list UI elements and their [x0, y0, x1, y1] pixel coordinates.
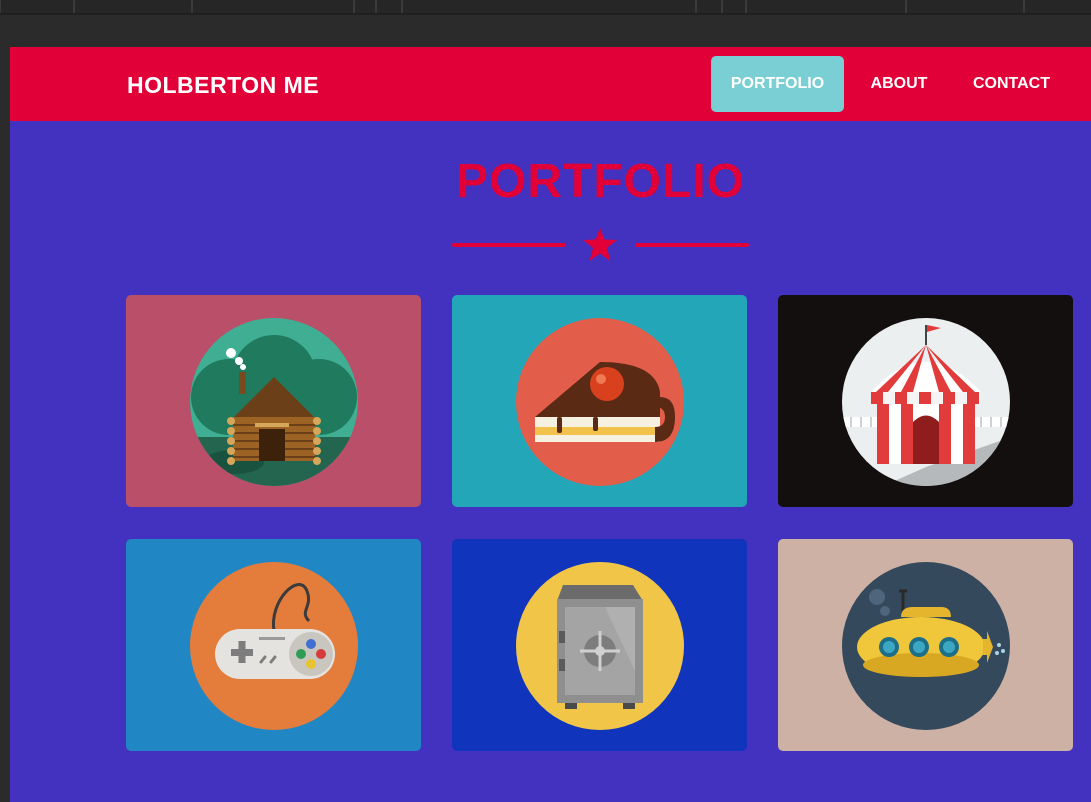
portfolio-item-controller[interactable]: [126, 539, 421, 751]
browser-tab[interactable]: [696, 0, 722, 13]
browser-tab[interactable]: [192, 0, 354, 13]
nav-item-about[interactable]: ABOUT: [854, 56, 944, 112]
portfolio-item-cake[interactable]: [452, 295, 747, 507]
brand-logo[interactable]: HOLBERTON ME: [127, 72, 319, 99]
nav-item-contact[interactable]: CONTACT: [954, 56, 1069, 112]
nav-item-portfolio[interactable]: PORTFOLIO: [711, 56, 844, 112]
cake-slice-icon: [516, 318, 684, 486]
star-icon: [583, 228, 617, 261]
portfolio-item-submarine[interactable]: [778, 539, 1073, 751]
browser-tab-strip: [0, 0, 1091, 15]
browser-tab[interactable]: [402, 0, 696, 13]
navbar: HOLBERTON ME PORTFOLIO ABOUT CONTACT: [10, 47, 1091, 121]
browser-toolbar: [0, 15, 1091, 47]
browser-tab[interactable]: [906, 0, 1024, 13]
game-controller-icon: [190, 562, 358, 730]
circus-tent-icon: [842, 318, 1010, 486]
browser-tab[interactable]: [1024, 0, 1091, 13]
browser-tab[interactable]: [746, 0, 906, 13]
browser-tab[interactable]: [376, 0, 402, 13]
page: HOLBERTON ME PORTFOLIO ABOUT CONTACT POR…: [10, 47, 1091, 802]
portfolio-item-tent[interactable]: [778, 295, 1073, 507]
divider-line-left: [452, 243, 566, 247]
divider-line-right: [635, 243, 749, 247]
browser-tab[interactable]: [0, 0, 74, 13]
browser-tab[interactable]: [354, 0, 376, 13]
window-gutter: [0, 47, 10, 802]
browser-tab[interactable]: [722, 0, 746, 13]
browser-tab[interactable]: [74, 0, 192, 13]
submarine-icon: [842, 562, 1010, 730]
log-cabin-icon: [190, 318, 358, 486]
portfolio-item-cabin[interactable]: [126, 295, 421, 507]
portfolio-item-safe[interactable]: [452, 539, 747, 751]
safe-icon: [516, 562, 684, 730]
section-title: PORTFOLIO: [456, 155, 745, 208]
